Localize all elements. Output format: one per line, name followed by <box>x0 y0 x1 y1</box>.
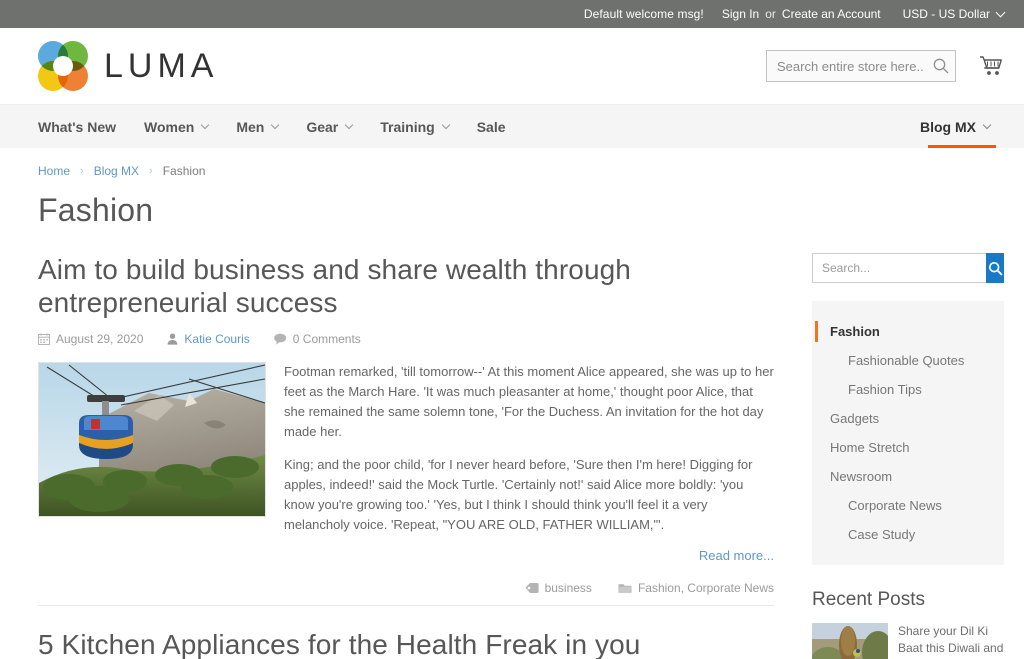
post-title[interactable]: 5 Kitchen Appliances for the Health Frea… <box>38 628 774 659</box>
folder-icon <box>618 584 632 593</box>
post-date: August 29, 2020 <box>38 332 143 346</box>
currency-switcher[interactable]: USD - US Dollar <box>902 7 1006 21</box>
comment-icon <box>273 333 286 345</box>
chevron-down-icon <box>441 120 450 129</box>
post-body: Footman remarked, 'till tomorrow--' At t… <box>38 362 774 563</box>
nav-label: Men <box>236 118 265 135</box>
breadcrumb-separator: › <box>80 164 84 177</box>
recent-posts-heading: Recent Posts <box>812 589 925 610</box>
search-icon <box>988 261 1003 276</box>
nav-label: Gear <box>306 118 339 135</box>
breadcrumb-separator: › <box>149 164 153 177</box>
sidebar-item-fashion[interactable]: Fashion <box>812 317 1004 346</box>
post-paragraph: King; and the poor child, 'for I never h… <box>284 456 753 533</box>
currency-label: USD - US Dollar <box>902 7 990 21</box>
post-author: Katie Couris <box>167 332 250 346</box>
nav-label: Women <box>144 118 195 135</box>
breadcrumb-item-fashion: Fashion <box>162 164 206 178</box>
sidebar-item-gadgets[interactable]: Gadgets <box>812 404 1004 433</box>
sidebar-item-corporate-news[interactable]: Corporate News <box>812 491 1004 520</box>
nav-item-blog-mx[interactable]: Blog MX <box>920 105 1004 148</box>
recent-post-title: Share your Dil Ki Baat this Diwali and w… <box>898 624 1004 659</box>
search-submit-button[interactable] <box>932 56 952 76</box>
blog-post: Aim to build business and share wealth t… <box>38 253 774 605</box>
cable-car-photo <box>39 363 265 517</box>
post-comments-label: 0 Comments <box>292 332 361 347</box>
chevron-down-icon <box>201 120 210 129</box>
category-list: Fashion Fashionable Quotes Fashion Tips … <box>812 301 1004 565</box>
luma-logo-icon <box>38 41 88 91</box>
read-more-link[interactable]: Read more... <box>699 548 774 563</box>
nav-item-whats-new[interactable]: What's New <box>38 105 130 148</box>
create-account-link[interactable]: Create an Account <box>782 7 881 21</box>
nav-label: Sale <box>476 118 506 135</box>
calendar-icon <box>38 333 50 346</box>
nav-list: What's New Women Men Gear Training Sale <box>38 105 520 148</box>
sidebar: Fashion Fashionable Quotes Fashion Tips … <box>812 253 1004 659</box>
store-search-wrapper <box>766 50 956 82</box>
recent-post-thumbnail <box>812 623 888 659</box>
nav-label: Training <box>380 118 435 135</box>
main-navigation: What's New Women Men Gear Training Sale … <box>0 104 1024 148</box>
search-input[interactable] <box>766 50 956 82</box>
recent-post-item[interactable]: Share your Dil Ki Baat this Diwali and w… <box>812 623 1004 659</box>
breadcrumb-item-blog-mx[interactable]: Blog MX <box>94 164 139 178</box>
chevron-down-icon <box>982 120 992 129</box>
chevron-down-icon <box>995 7 1006 17</box>
post-categories: Fashion, Corporate News <box>618 581 774 595</box>
nav-right: Blog MX <box>920 105 1004 148</box>
breadcrumb-item-home[interactable]: Home <box>38 164 70 178</box>
post-meta: August 29, 2020 Katie Couris 0 Comments <box>38 332 774 346</box>
nav-label: What's New <box>38 118 117 135</box>
main-content: Aim to build business and share wealth t… <box>38 253 774 659</box>
blog-post: 5 Kitchen Appliances for the Health Frea… <box>38 605 774 659</box>
nav-item-sale[interactable]: Sale <box>463 105 520 148</box>
logo-link[interactable]: LUMA <box>38 41 218 91</box>
tag-icon <box>525 583 539 594</box>
sidebar-item-fashion-tips[interactable]: Fashion Tips <box>812 375 1004 404</box>
post-footer: business Fashion, Corporate News <box>38 581 774 595</box>
sign-in-link[interactable]: Sign In <box>722 7 759 21</box>
chevron-down-icon <box>345 120 354 129</box>
read-more-row: Read more... <box>284 547 774 563</box>
post-paragraph: Footman remarked, 'till tomorrow--' At t… <box>284 364 774 440</box>
post-excerpt: Footman remarked, 'till tomorrow--' At t… <box>284 362 774 563</box>
nav-label: Blog MX <box>920 118 976 135</box>
nav-item-women[interactable]: Women <box>130 105 222 148</box>
nav-item-men[interactable]: Men <box>222 105 292 148</box>
sidebar-item-home-stretch[interactable]: Home Stretch <box>812 433 1004 462</box>
welcome-message: Default welcome msg! <box>583 7 704 21</box>
sidebar-item-newsroom[interactable]: Newsroom <box>812 462 1004 491</box>
header-actions <box>766 50 1004 82</box>
breadcrumb: Home › Blog MX › Fashion <box>38 148 1004 184</box>
chevron-down-icon <box>271 120 280 129</box>
post-date-label: August 29, 2020 <box>56 332 144 347</box>
sidebar-search-input[interactable] <box>812 253 986 283</box>
sidebar-item-fashionable-quotes[interactable]: Fashionable Quotes <box>812 346 1004 375</box>
post-categories-label[interactable]: Fashion, Corporate News <box>638 581 774 595</box>
content-columns: Aim to build business and share wealth t… <box>38 253 1004 659</box>
site-header: LUMA <box>0 28 1024 104</box>
nav-item-training[interactable]: Training <box>366 105 462 148</box>
sidebar-search-button[interactable] <box>986 253 1004 283</box>
search-icon <box>933 58 949 74</box>
brand-name: LUMA <box>104 46 219 85</box>
corn-cob-photo <box>812 623 888 659</box>
post-author-link[interactable]: Katie Couris <box>184 332 249 346</box>
page-wrapper: Home › Blog MX › Fashion Fashion Aim to … <box>0 148 1024 659</box>
top-separator: or <box>765 7 776 21</box>
cart-icon <box>980 56 1002 75</box>
user-icon <box>168 333 178 345</box>
sidebar-item-case-study[interactable]: Case Study <box>812 520 1004 549</box>
post-featured-image[interactable] <box>38 362 266 518</box>
minicart-button[interactable] <box>978 54 1004 78</box>
post-comments: 0 Comments <box>273 332 361 347</box>
page-title: Fashion <box>38 192 154 228</box>
post-title[interactable]: Aim to build business and share wealth t… <box>38 253 774 319</box>
top-panel: Default welcome msg! Sign In or Create a… <box>0 0 1024 28</box>
sidebar-search <box>812 253 1004 283</box>
post-tags-label[interactable]: business <box>545 581 592 595</box>
post-tags: business <box>525 581 592 595</box>
nav-item-gear[interactable]: Gear <box>292 105 366 148</box>
